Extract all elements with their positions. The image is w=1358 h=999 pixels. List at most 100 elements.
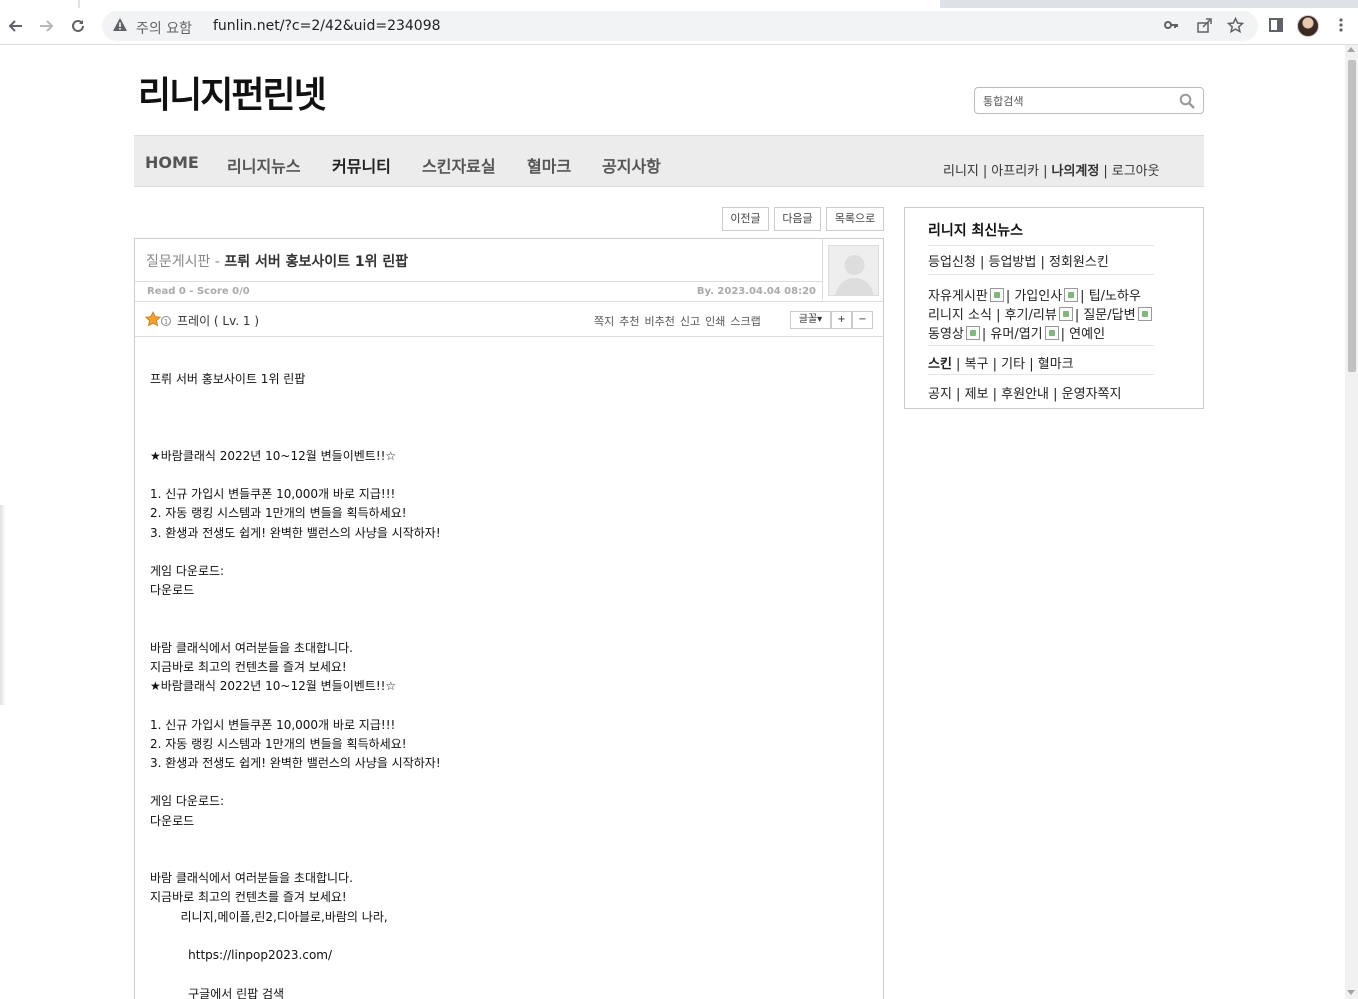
reload-icon[interactable] xyxy=(66,14,90,38)
default-avatar-icon xyxy=(835,255,874,295)
nav-skin-library[interactable]: 스킨자료실 xyxy=(422,153,496,177)
post-body-line xyxy=(150,428,441,447)
browser-toolbar: 주의 요함 funlin.net/?c=2/42&uid=234098 xyxy=(0,8,1358,45)
font-increase-button[interactable]: + xyxy=(831,311,852,329)
post-body-line: 3. 환생과 전생도 쉽게! 완벽한 밸런스의 사냥을 시작하자! xyxy=(150,525,441,540)
share-icon[interactable] xyxy=(1195,17,1213,35)
link-notice[interactable]: 공지 xyxy=(928,387,952,402)
util-my-account[interactable]: 나의계정 xyxy=(1052,160,1100,179)
divider xyxy=(928,374,1154,375)
divider xyxy=(928,274,1154,275)
link-member-skin[interactable]: 정회원스킨 xyxy=(1049,255,1109,270)
report-action[interactable]: 신고 xyxy=(680,315,700,328)
post-body-line: 지금바로 최고의 컨텐츠를 즐겨 보세요! xyxy=(150,660,347,675)
side-panel-icon[interactable] xyxy=(1266,17,1286,37)
menu-kebab-icon[interactable] xyxy=(1331,17,1351,37)
post-body-line: 프뤼 서버 홍보사이트 1위 린팝 xyxy=(150,372,306,386)
link-blood-mark[interactable]: 혈마크 xyxy=(1038,357,1074,372)
scrollbar-thumb[interactable] xyxy=(1348,60,1356,372)
link-admin-message[interactable]: 운영자쪽지 xyxy=(1062,387,1122,402)
post-body-line xyxy=(150,927,441,946)
post-body-line: 2. 자동 랭킹 시스템과 1만개의 변들을 획득하세요! xyxy=(150,506,407,521)
warning-icon xyxy=(113,18,127,31)
post-body-line xyxy=(150,600,441,619)
link-humor[interactable]: 유머/엽기 xyxy=(990,327,1042,342)
sidebar-row-skins: 스킨 | 복구 | 기타 | 혈마크 xyxy=(928,357,1074,372)
list-button[interactable]: 목록으로 xyxy=(826,207,884,231)
post-body-line xyxy=(150,389,441,408)
link-free-board[interactable]: 자유게시판 xyxy=(928,289,988,304)
link-levelup-method[interactable]: 등업방법 xyxy=(989,255,1037,270)
util-afreeca[interactable]: 아프리카 xyxy=(991,160,1039,179)
post-body-line[interactable]: https://linpop2023.com/ xyxy=(150,946,441,965)
browser-tab-active[interactable] xyxy=(80,0,940,8)
nav-notice[interactable]: 공지사항 xyxy=(602,153,661,177)
next-post-button[interactable]: 다음글 xyxy=(774,207,821,231)
scrap-action[interactable]: 스크랩 xyxy=(730,315,760,328)
link-lineage-news[interactable]: 리니지 소식 xyxy=(928,308,992,323)
post-date: By. 2023.04.04 08:20 xyxy=(696,286,816,297)
post-stats: Read 0 - Score 0/0 xyxy=(147,286,250,297)
sidebar-row-boards-3: 동영상 | 유머/엽기 | 연예인 xyxy=(928,326,1106,342)
browser-tab[interactable] xyxy=(0,0,78,8)
key-icon[interactable] xyxy=(1162,17,1180,35)
post-body-line: 리니지,메이플,린2,디아블로,바람의 나라, xyxy=(150,909,388,924)
scroll-up-arrow[interactable] xyxy=(1347,47,1355,52)
nav-community[interactable]: 커뮤니티 xyxy=(332,153,391,177)
broken-image-icon xyxy=(1058,307,1073,321)
bookmark-star-icon[interactable] xyxy=(1226,16,1244,35)
link-celebrity[interactable]: 연예인 xyxy=(1069,327,1105,342)
address-bar[interactable]: 주의 요함 funlin.net/?c=2/42&uid=234098 xyxy=(102,11,1258,41)
author-photo xyxy=(828,245,879,296)
link-report[interactable]: 제보 xyxy=(965,387,989,402)
link-qna[interactable]: 질문/답변 xyxy=(1083,308,1135,323)
link-reviews[interactable]: 후기/리뷰 xyxy=(1005,308,1057,323)
recommend-action[interactable]: 추천 xyxy=(619,315,639,328)
link-restore[interactable]: 복구 xyxy=(965,357,989,372)
post-body-line xyxy=(150,773,441,792)
post-body-line xyxy=(150,696,441,715)
post-body-line xyxy=(150,831,441,850)
message-action[interactable]: 쪽지 xyxy=(594,315,614,328)
profile-avatar[interactable] xyxy=(1297,15,1319,37)
post-body-line xyxy=(150,620,441,639)
post-body-line: ★바람클래식 2022년 10~12월 변들이벤트!!☆ xyxy=(150,448,397,463)
divider xyxy=(928,245,1154,246)
url-text[interactable]: funlin.net/?c=2/42&uid=234098 xyxy=(213,18,441,34)
util-logout[interactable]: 로그아웃 xyxy=(1112,160,1160,179)
post-body-line: 2. 자동 랭킹 시스템과 1만개의 변들을 획득하세요! xyxy=(150,736,407,751)
tab-strip xyxy=(0,0,1358,8)
util-lineage[interactable]: 리니지 xyxy=(943,160,979,179)
link-videos[interactable]: 동영상 xyxy=(928,327,964,342)
scroll-down-arrow[interactable] xyxy=(1347,990,1355,995)
board-name[interactable]: 질문게시판 - xyxy=(146,254,224,270)
search-icon[interactable] xyxy=(1179,93,1195,109)
author-row: 1 프레이 ( Lv. 1 ) 쪽지 추천 비추천 신고 인쇄 스크랩 글꼴▾ + − xyxy=(135,301,883,337)
search-input[interactable] xyxy=(983,92,1163,110)
divider xyxy=(928,345,1154,346)
link-levelup-request[interactable]: 등업신청 xyxy=(928,255,976,270)
font-decrease-button[interactable]: − xyxy=(852,311,873,329)
back-icon[interactable] xyxy=(4,14,28,38)
forward-icon[interactable] xyxy=(34,14,58,38)
post-meta: Read 0 - Score 0/0 By. 2023.04.04 08:20 xyxy=(135,281,823,301)
broken-image-icon xyxy=(1064,288,1079,302)
nav-home[interactable]: HOME xyxy=(145,153,199,172)
post-header: 질문게시판 - 프뤼 서버 홍보사이트 1위 린팝 xyxy=(135,239,823,281)
link-greeting[interactable]: 가입인사 xyxy=(1014,289,1062,304)
link-etc[interactable]: 기타 xyxy=(1001,357,1025,372)
nav-lineage-news[interactable]: 리니지뉴스 xyxy=(227,153,301,177)
print-action[interactable]: 인쇄 xyxy=(705,315,725,328)
security-label: 주의 요함 xyxy=(136,21,192,37)
nav-blood-mark[interactable]: 혈마크 xyxy=(527,153,571,177)
site-logo[interactable]: 리니지펀린넷 xyxy=(138,66,327,118)
unrecommend-action[interactable]: 비추천 xyxy=(645,315,675,328)
prev-post-button[interactable]: 이전글 xyxy=(722,207,769,231)
post-body-line xyxy=(150,965,441,984)
link-skin[interactable]: 스킨 xyxy=(928,357,952,372)
link-tips[interactable]: 팁/노하우 xyxy=(1089,289,1141,304)
font-button[interactable]: 글꼴▾ xyxy=(790,311,831,329)
post-title: 질문게시판 - 프뤼 서버 홍보사이트 1위 린팝 xyxy=(146,251,408,271)
author-name[interactable]: 프레이 ( Lv. 1 ) xyxy=(177,312,259,329)
link-donation[interactable]: 후원안내 xyxy=(1001,387,1049,402)
